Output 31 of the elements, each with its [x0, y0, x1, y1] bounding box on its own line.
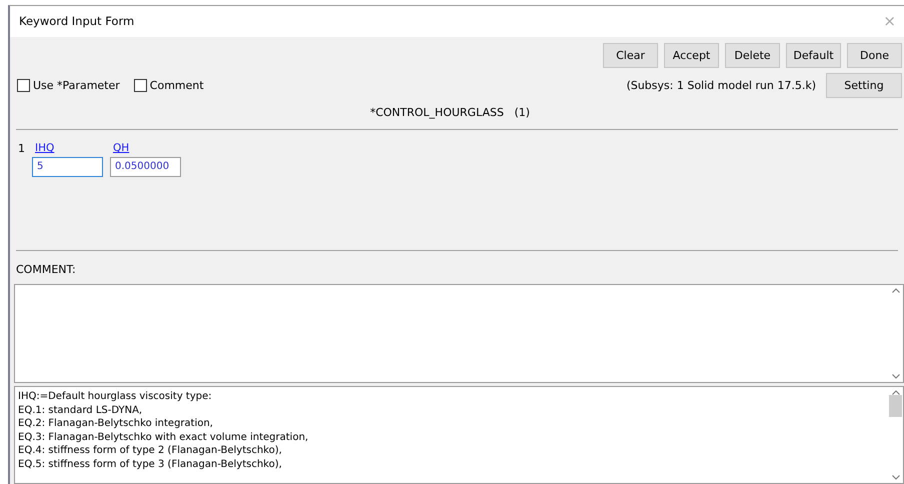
- help-text: EQ.3: Flanagan-Belytschko with exact volume integration,: [18, 430, 310, 444]
- help-text: EQ.1: standard LS-DYNA,: [18, 404, 144, 418]
- help-text: EQ.5: stiffness form of type 3 (Flanagan-Belytschko),: [18, 458, 283, 472]
- toolbar-button[interactable]: Clear: [603, 42, 658, 68]
- help-text: IHQ:=Default hourglass viscosity type:: [18, 390, 213, 404]
- value-field[interactable]: 5: [32, 156, 103, 177]
- keyword-title: *CONTROL_HOURGLASS (1): [369, 104, 531, 121]
- field-link[interactable]: IHQ: [32, 142, 103, 154]
- help-text: EQ.2: Flanagan-Belytschko integration,: [18, 417, 214, 431]
- toolbar-button[interactable]: Accept: [664, 42, 719, 68]
- scroll-down-icon[interactable]: [892, 374, 900, 380]
- checkbox-label: Use *Parameter: [33, 79, 120, 92]
- scroll-down-icon[interactable]: [892, 475, 900, 480]
- setting-button[interactable]: Setting: [826, 72, 902, 98]
- subsystem-info: (Subsys: 1 Solid model run 17.5.k): [626, 78, 816, 92]
- scroll-up-icon[interactable]: [892, 390, 900, 396]
- toolbar-button[interactable]: Default: [786, 42, 841, 68]
- toolbar-button[interactable]: Delete: [725, 42, 780, 68]
- window-title: Keyword Input Form: [19, 14, 134, 28]
- toolbar-button[interactable]: Done: [847, 42, 902, 68]
- field-link[interactable]: QH: [110, 142, 181, 154]
- value-field[interactable]: 0.0500000: [110, 156, 181, 177]
- card-number: 1: [18, 142, 25, 157]
- comment-field[interactable]: [14, 284, 904, 384]
- checkbox-label: Comment: [150, 79, 204, 92]
- help-text: EQ.4: stiffness form of type 2 (Flanagan-Belytschko),: [18, 444, 283, 458]
- checkbox[interactable]: [17, 79, 30, 92]
- checkbox[interactable]: [134, 79, 147, 92]
- scrollbar-thumb[interactable]: [889, 395, 902, 418]
- scroll-up-icon[interactable]: [892, 288, 900, 293]
- comment-label: COMMENT:: [15, 262, 77, 278]
